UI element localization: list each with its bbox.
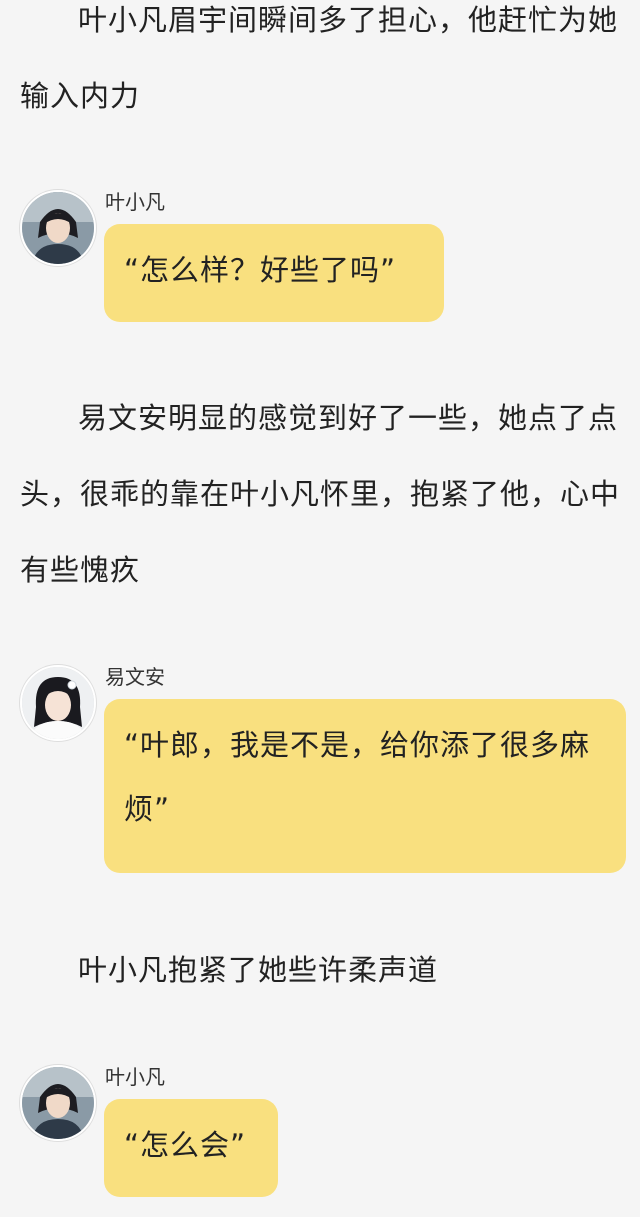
message-bubble[interactable]: “怎么会” xyxy=(104,1099,278,1197)
story-paragraph: 叶小凡眉宇间瞬间多了担心，他赶忙为她输入内力 xyxy=(20,3,619,113)
male-avatar[interactable] xyxy=(20,1065,96,1141)
story-paragraph: 易文安明显的感觉到好了一些，她点了点头，很乖的靠在叶小凡怀里，抱紧了他，心中有些… xyxy=(20,401,621,587)
chat-message: 易文安 “叶郎，我是不是，给你添了很多麻烦” xyxy=(20,665,630,877)
speaker-name: 叶小凡 xyxy=(105,190,165,214)
chat-message: 叶小凡 “怎么样？好些了吗” xyxy=(20,190,630,325)
chat-message: 叶小凡 “怎么会” xyxy=(20,1065,630,1200)
story-paragraph: 叶小凡抱紧了她些许柔声道 xyxy=(78,953,439,987)
female-avatar[interactable] xyxy=(20,665,96,741)
speaker-name: 易文安 xyxy=(105,665,165,689)
message-bubble[interactable]: “叶郎，我是不是，给你添了很多麻烦” xyxy=(104,699,626,873)
speaker-name: 叶小凡 xyxy=(105,1065,165,1089)
message-bubble[interactable]: “怎么样？好些了吗” xyxy=(104,224,444,322)
male-avatar[interactable] xyxy=(20,190,96,266)
